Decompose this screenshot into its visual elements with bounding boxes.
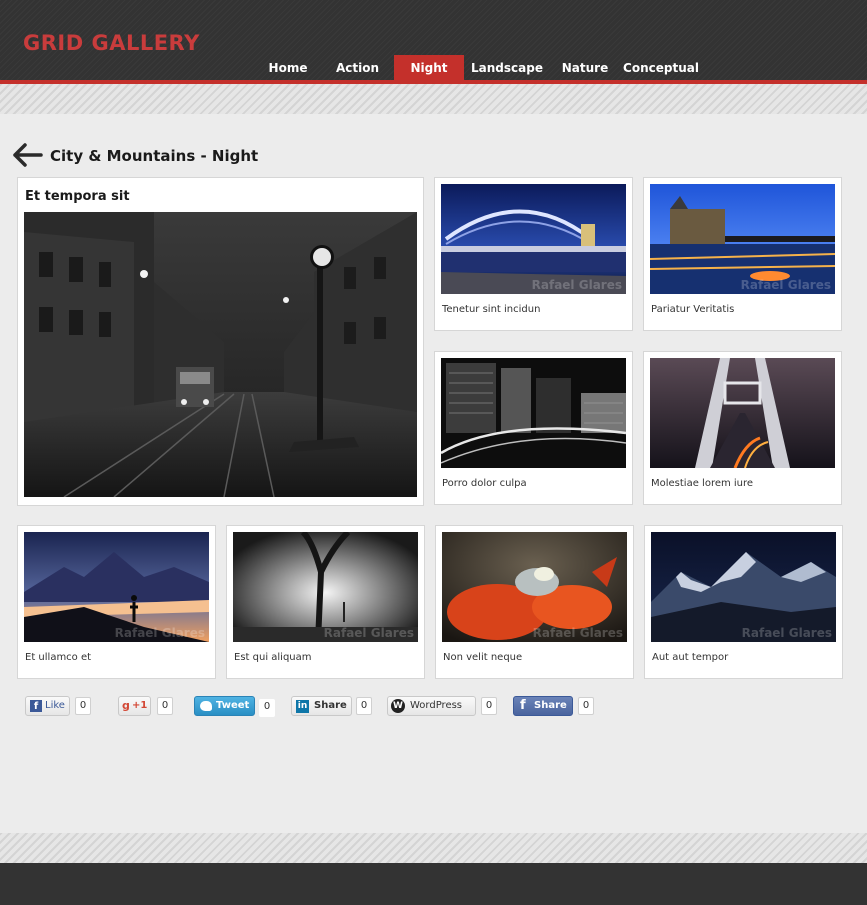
facebook-icon: f [520, 698, 526, 713]
gallery-thumbnail[interactable]: Rafael Glares [441, 184, 626, 294]
featured-photo[interactable] [24, 212, 417, 497]
wordpress-icon: W [391, 699, 405, 713]
facebook-like-label: Like [45, 700, 65, 711]
featured-photo-card[interactable]: Et tempora sit [17, 177, 424, 506]
social-share-bar: f Like 0 g +1 0 Tweet 0 in Share 0 W Wor… [25, 696, 625, 720]
nav-item-action[interactable]: Action [321, 55, 394, 80]
tweet-button[interactable]: Tweet [194, 696, 255, 716]
gallery-card[interactable]: Rafael Glares Non velit neque [435, 525, 634, 679]
gallery-caption: Pariatur Veritatis [651, 304, 735, 315]
gallery-thumbnail[interactable]: Rafael Glares [442, 532, 627, 642]
nav-item-nature[interactable]: Nature [550, 55, 620, 80]
gallery-card[interactable]: Rafael Glares Aut aut tempor [644, 525, 843, 679]
nav-item-night[interactable]: Night [394, 55, 464, 80]
watermark: Rafael Glares [323, 626, 414, 640]
arrow-left-icon[interactable] [13, 142, 43, 168]
gallery-caption: Tenetur sint incidun [442, 304, 541, 315]
linkedin-share-label: Share [314, 700, 347, 711]
facebook-like-button[interactable]: f Like [25, 696, 70, 716]
gallery-card[interactable]: Porro dolor culpa [434, 351, 633, 505]
gallery-card[interactable]: Rafael Glares Tenetur sint incidun [434, 177, 633, 331]
gallery-thumbnail[interactable]: Rafael Glares [650, 184, 835, 294]
linkedin-share-button[interactable]: in Share [291, 696, 352, 716]
facebook-share-count: 0 [578, 697, 594, 715]
watermark: Rafael Glares [740, 278, 831, 292]
wordpress-count: 0 [481, 697, 497, 715]
gallery-caption: Aut aut tempor [652, 652, 729, 663]
gallery-card[interactable]: Rafael Glares Pariatur Veritatis [643, 177, 842, 331]
facebook-share-label: Share [534, 700, 567, 711]
gallery-card[interactable]: Rafael Glares Est qui aliquam [226, 525, 425, 679]
gallery-thumbnail[interactable]: Rafael Glares [24, 532, 209, 642]
google-plus-label: +1 [132, 700, 148, 711]
linkedin-icon: in [296, 700, 309, 713]
gallery-card[interactable]: Rafael Glares Et ullamco et [17, 525, 216, 679]
gallery-thumbnail[interactable] [441, 358, 626, 468]
wordpress-share-button[interactable]: W WordPress [387, 696, 476, 716]
tweet-label: Tweet [216, 700, 250, 711]
facebook-share-button[interactable]: f Share [513, 696, 573, 716]
tweet-count: 0 [259, 699, 275, 717]
gallery-caption: Et ullamco et [25, 652, 92, 663]
gallery-thumbnail[interactable]: Rafael Glares [651, 532, 836, 642]
page-title: City & Mountains - Night [50, 147, 259, 165]
site-header: GRID GALLERY Home Action Night Landscape… [0, 0, 867, 80]
watermark: Rafael Glares [114, 626, 205, 640]
linkedin-share-count: 0 [356, 697, 372, 715]
gallery-caption: Est qui aliquam [234, 652, 312, 663]
gallery-caption: Porro dolor culpa [442, 478, 527, 489]
site-footer [0, 863, 867, 905]
watermark: Rafael Glares [532, 626, 623, 640]
site-logo[interactable]: GRID GALLERY [23, 31, 200, 55]
footer-stripe [0, 833, 867, 863]
twitter-bird-icon [200, 701, 212, 711]
facebook-icon: f [30, 700, 42, 712]
main-nav: Home Action Night Landscape Nature Conce… [255, 55, 702, 80]
facebook-like-count: 0 [75, 697, 91, 715]
google-plus-icon: g [122, 699, 130, 712]
gallery-thumbnail[interactable] [650, 358, 835, 468]
nav-item-landscape[interactable]: Landscape [464, 55, 550, 80]
header-stripe [0, 84, 867, 114]
watermark: Rafael Glares [741, 626, 832, 640]
gallery-caption: Non velit neque [443, 652, 523, 663]
gallery-caption: Molestiae lorem iure [651, 478, 754, 489]
google-plus-button[interactable]: g +1 [118, 696, 151, 716]
wordpress-label: WordPress [410, 700, 463, 711]
gallery-card[interactable]: Molestiae lorem iure [643, 351, 842, 505]
gallery-thumbnail[interactable]: Rafael Glares [233, 532, 418, 642]
nav-item-home[interactable]: Home [255, 55, 321, 80]
google-plus-count: 0 [157, 697, 173, 715]
featured-photo-title: Et tempora sit [25, 189, 130, 204]
nav-item-conceptual[interactable]: Conceptual [620, 55, 702, 80]
watermark: Rafael Glares [531, 278, 622, 292]
